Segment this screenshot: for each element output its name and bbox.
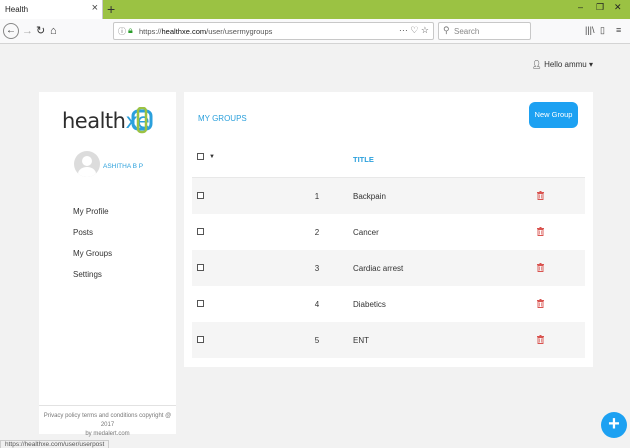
table-row: 5 ENT bbox=[192, 322, 585, 358]
lock-icon: 🔒︎ bbox=[128, 25, 133, 35]
row-checkbox[interactable] bbox=[197, 192, 204, 199]
row-number: 5 bbox=[314, 336, 320, 345]
row-checkbox[interactable] bbox=[197, 264, 204, 271]
table-header: ▼ TITLE bbox=[192, 139, 585, 178]
search-input[interactable]: ⚲ Search bbox=[438, 22, 531, 40]
user-icon: 👤︎ bbox=[531, 60, 542, 69]
browser-nav-bar: ← → ↻ ⌂ ⓘ 🔒︎ https://healthxe.com/user/u… bbox=[0, 19, 630, 44]
table-row: 1 Backpain bbox=[192, 178, 585, 214]
row-number: 2 bbox=[314, 228, 320, 237]
maximize-icon[interactable]: ❐ bbox=[596, 2, 604, 13]
trash-icon[interactable] bbox=[537, 263, 544, 272]
sidebar-item-posts[interactable]: Posts bbox=[73, 228, 93, 237]
tab-close-icon[interactable]: × bbox=[92, 2, 98, 14]
sidebar-footer: Privacy policy terms and conditions copy… bbox=[39, 405, 176, 439]
sidebar-item-my-profile[interactable]: My Profile bbox=[73, 207, 109, 216]
group-title[interactable]: Cardiac arrest bbox=[353, 264, 403, 273]
url-text[interactable]: https://healthxe.com/user/usermygroups bbox=[139, 27, 272, 36]
forward-arrow-icon[interactable]: → bbox=[22, 23, 33, 39]
library-icon[interactable]: |||\ bbox=[585, 25, 595, 35]
new-group-button[interactable]: New Group bbox=[529, 102, 578, 128]
page-actions-icons[interactable]: ··· ♡ ☆ bbox=[399, 25, 429, 36]
row-checkbox[interactable] bbox=[197, 228, 204, 235]
user-menu[interactable]: 👤︎ Hello ammu ▾ bbox=[532, 60, 593, 69]
sidebar: healthxe ASHITHA B P My Profile Posts My… bbox=[39, 92, 176, 437]
status-url: https://healthxe.com/user/userpost bbox=[0, 440, 110, 448]
add-fab-button[interactable]: + bbox=[601, 412, 627, 438]
table-row: 3 Cardiac arrest bbox=[192, 250, 585, 286]
table-row: 4 Diabetics bbox=[192, 286, 585, 322]
title-column-header[interactable]: TITLE bbox=[353, 155, 374, 164]
row-checkbox[interactable] bbox=[197, 300, 204, 307]
user-greeting: Hello ammu bbox=[544, 60, 587, 69]
row-number: 3 bbox=[314, 264, 320, 273]
groups-panel: MY GROUPS New Group ▼ TITLE 1 Backpain 2… bbox=[184, 92, 593, 367]
sidebar-toggle-icon[interactable]: ▯ bbox=[600, 25, 605, 36]
new-tab-button[interactable]: + bbox=[107, 0, 115, 19]
minimize-icon[interactable]: – bbox=[578, 2, 583, 12]
row-number: 1 bbox=[314, 192, 320, 201]
browser-tab-bar: Health × + – ❐ ✕ bbox=[0, 0, 630, 19]
page-title: MY GROUPS bbox=[198, 114, 247, 123]
sidebar-item-my-groups[interactable]: My Groups bbox=[73, 249, 112, 258]
search-icon: ⚲ bbox=[443, 25, 450, 35]
trash-icon[interactable] bbox=[537, 191, 544, 200]
browser-tab[interactable]: Health × bbox=[0, 0, 103, 19]
reload-icon[interactable]: ↻ bbox=[36, 23, 45, 39]
row-number: 4 bbox=[314, 300, 320, 309]
menu-icon[interactable]: ≡ bbox=[616, 25, 621, 35]
group-title[interactable]: Diabetics bbox=[353, 300, 386, 309]
select-all-checkbox[interactable] bbox=[197, 153, 204, 160]
healthxe-logo[interactable]: healthxe bbox=[62, 107, 157, 137]
row-checkbox[interactable] bbox=[197, 336, 204, 343]
close-window-icon[interactable]: ✕ bbox=[614, 2, 622, 13]
url-bar[interactable]: ⓘ 🔒︎ https://healthxe.com/user/usermygro… bbox=[113, 22, 434, 40]
info-icon[interactable]: ⓘ bbox=[118, 26, 126, 37]
search-placeholder: Search bbox=[454, 27, 480, 36]
chevron-down-icon: ▾ bbox=[588, 60, 593, 69]
tab-title: Health bbox=[5, 5, 29, 14]
back-arrow-icon[interactable]: ← bbox=[3, 23, 19, 39]
home-icon[interactable]: ⌂ bbox=[50, 23, 57, 39]
group-title[interactable]: Cancer bbox=[353, 228, 379, 237]
table-row: 2 Cancer bbox=[192, 214, 585, 250]
trash-icon[interactable] bbox=[537, 227, 544, 236]
groups-table: ▼ TITLE 1 Backpain 2 Cancer 3 Cardiac ar… bbox=[192, 139, 585, 358]
trash-icon[interactable] bbox=[537, 335, 544, 344]
sidebar-item-settings[interactable]: Settings bbox=[73, 270, 102, 279]
group-title[interactable]: ENT bbox=[353, 336, 369, 345]
avatar[interactable] bbox=[74, 151, 100, 177]
group-title[interactable]: Backpain bbox=[353, 192, 386, 201]
logo-mark-icon bbox=[131, 107, 153, 134]
chevron-down-icon[interactable]: ▼ bbox=[209, 154, 215, 160]
trash-icon[interactable] bbox=[537, 299, 544, 308]
profile-name[interactable]: ASHITHA B P bbox=[103, 163, 143, 170]
